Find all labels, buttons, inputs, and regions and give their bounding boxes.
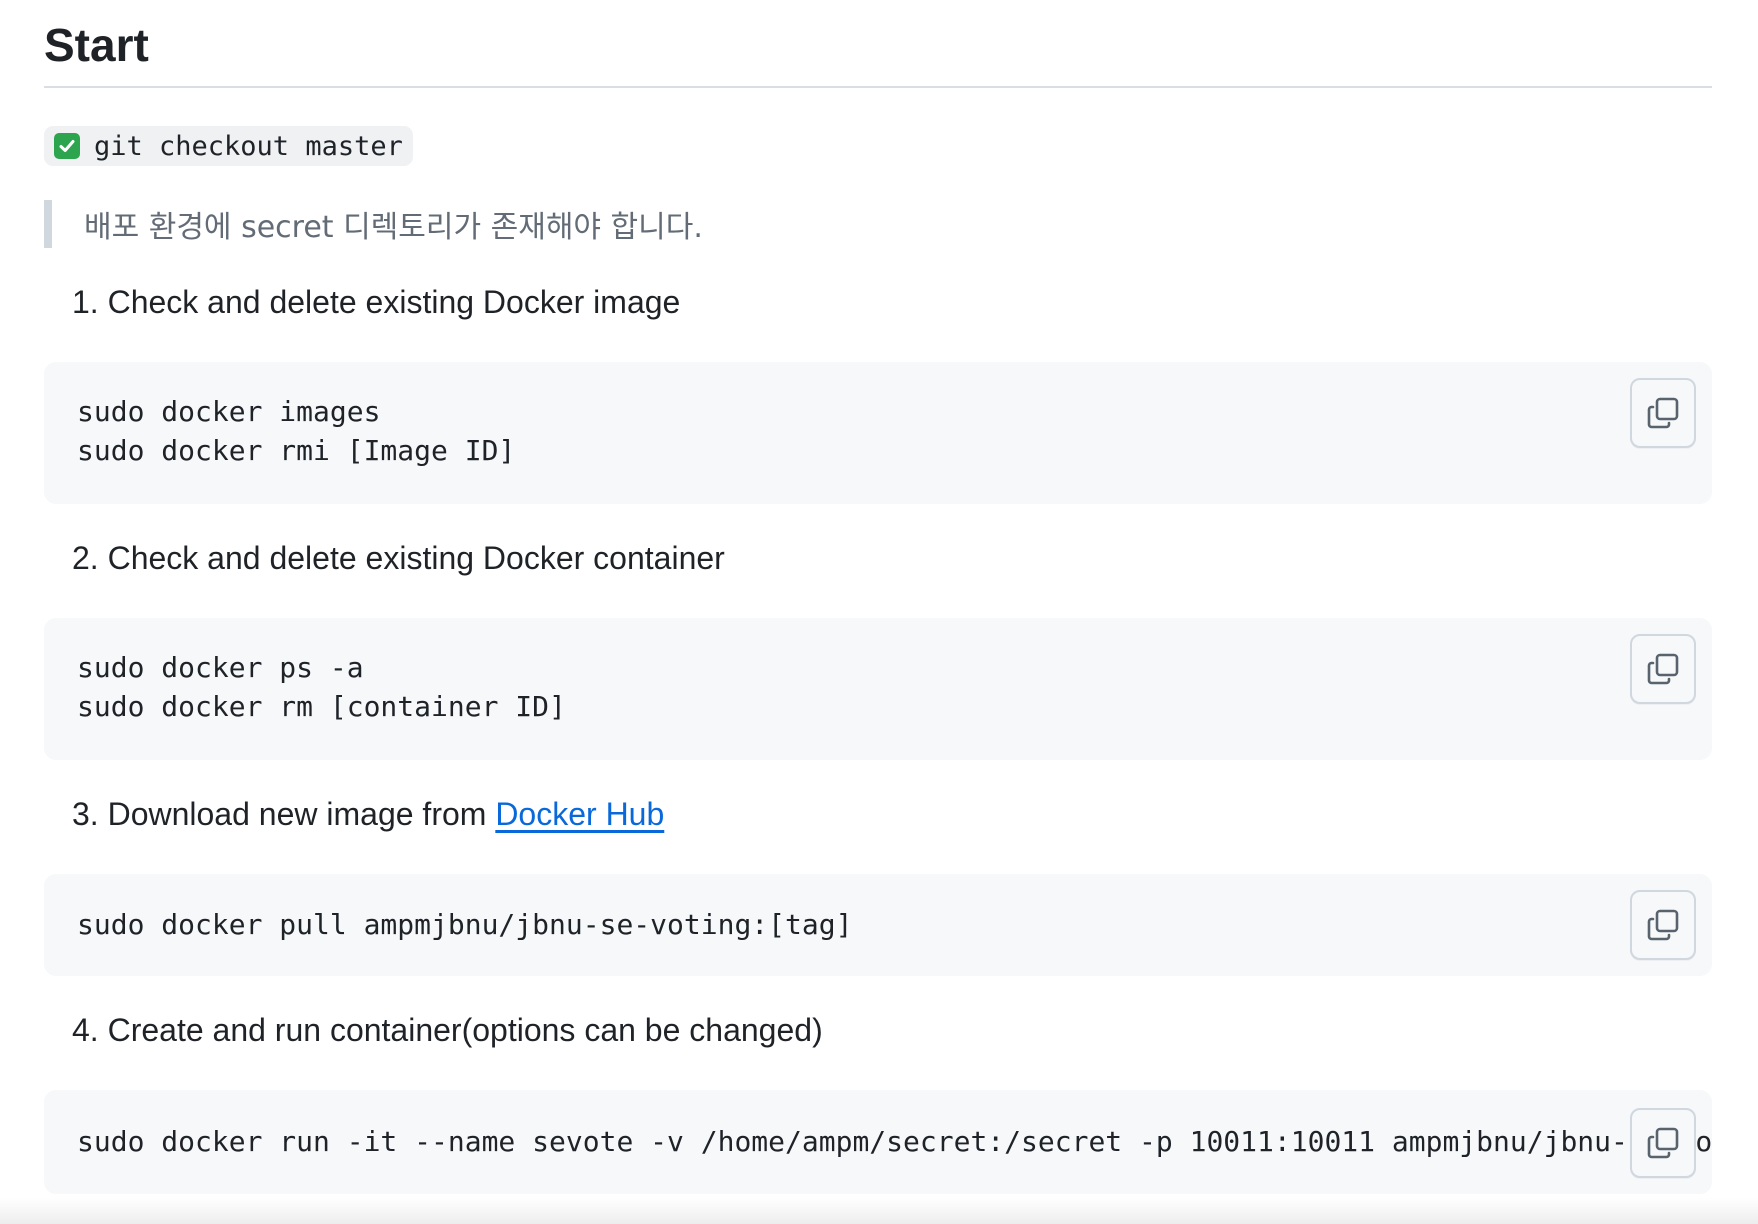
section-heading: Start bbox=[44, 19, 149, 71]
code-line: sudo docker pull ampmjbnu/jbnu-se-voting… bbox=[77, 908, 853, 941]
step-3-code[interactable]: sudo docker pull ampmjbnu/jbnu-se-voting… bbox=[77, 905, 852, 944]
step-1-title: 1. Check and delete existing Docker imag… bbox=[72, 284, 681, 320]
code-line: sudo docker rmi [Image ID] bbox=[77, 434, 516, 467]
checkout-command: git checkout master bbox=[94, 130, 403, 162]
copy-button[interactable] bbox=[1630, 634, 1696, 704]
code-line: sudo docker ps -a bbox=[77, 651, 364, 684]
step-3-title-text: 3. Download new image from bbox=[72, 796, 496, 832]
copy-icon bbox=[1647, 397, 1679, 429]
heading-divider bbox=[44, 86, 1712, 88]
code-line: sudo docker rm [container ID] bbox=[77, 690, 566, 723]
copy-button[interactable] bbox=[1630, 378, 1696, 448]
note-text: 배포 환경에 secret 디렉토리가 존재해야 합니다. bbox=[84, 210, 703, 245]
step-1-code-block: sudo docker images sudo docker rmi [Imag… bbox=[44, 362, 1712, 504]
step-4-code-block: sudo docker run -it --name sevote -v /ho… bbox=[44, 1090, 1712, 1194]
step-4-title: 4. Create and run container(options can … bbox=[72, 1012, 823, 1048]
step-2-code[interactable]: sudo docker ps -a sudo docker rm [contai… bbox=[77, 648, 566, 726]
step-1-code[interactable]: sudo docker images sudo docker rmi [Imag… bbox=[77, 392, 515, 470]
window-bottom-edge bbox=[0, 1198, 1758, 1224]
step-2-title: 2. Check and delete existing Docker cont… bbox=[72, 540, 725, 576]
copy-icon bbox=[1647, 653, 1679, 685]
check-mark-button-icon bbox=[54, 133, 80, 159]
step-3-code-block: sudo docker pull ampmjbnu/jbnu-se-voting… bbox=[44, 874, 1712, 976]
step-4-code[interactable]: sudo docker run -it --name sevote -v /ho… bbox=[77, 1122, 1712, 1161]
docker-hub-link[interactable]: Docker Hub bbox=[495, 796, 664, 832]
copy-icon bbox=[1647, 909, 1679, 941]
step-2-code-block: sudo docker ps -a sudo docker rm [contai… bbox=[44, 618, 1712, 760]
copy-icon bbox=[1647, 1127, 1679, 1159]
step-3-title: 3. Download new image from Docker Hub bbox=[72, 794, 664, 834]
checkout-inline-code: git checkout master bbox=[44, 126, 413, 166]
code-line: sudo docker images bbox=[77, 395, 381, 428]
copy-button[interactable] bbox=[1630, 1108, 1696, 1178]
secret-directory-note: 배포 환경에 secret 디렉토리가 존재해야 합니다. bbox=[44, 200, 703, 248]
copy-button[interactable] bbox=[1630, 890, 1696, 960]
code-line: sudo docker run -it --name sevote -v /ho… bbox=[77, 1125, 1712, 1158]
